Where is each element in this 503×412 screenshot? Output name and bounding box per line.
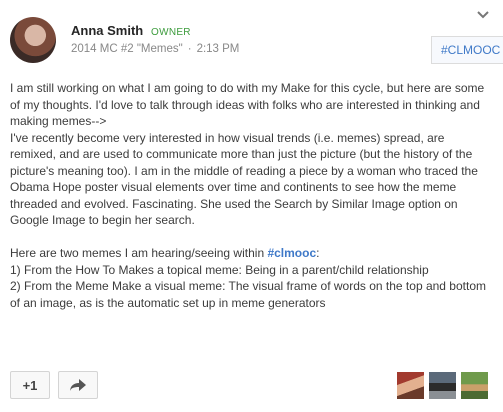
share-arrow-icon xyxy=(70,379,86,391)
post-paragraph: I am still working on what I am going to… xyxy=(10,81,485,128)
paragraph-text: : xyxy=(316,246,320,260)
plusoner-avatar[interactable] xyxy=(461,372,488,399)
hashtag-chip-label: #CLMOOC xyxy=(441,43,501,57)
post-body: I am still working on what I am going to… xyxy=(10,80,492,311)
post-meta: 2014 MC #2 "Memes" · 2:13 PM xyxy=(71,43,239,55)
author-avatar[interactable] xyxy=(10,17,56,63)
plus-one-label: +1 xyxy=(22,377,38,393)
post-paragraph: Here are two memes I am hearing/seeing w… xyxy=(10,245,492,262)
paragraph-text: Here are two memes I am hearing/seeing w… xyxy=(10,246,268,260)
meta-separator: · xyxy=(187,43,192,55)
hashtag-chip[interactable]: #CLMOOC xyxy=(431,36,503,64)
chevron-down-icon xyxy=(477,11,489,19)
list-item: 2) From the Meme Make a visual meme: The… xyxy=(10,279,486,310)
hashtag-link[interactable]: #clmooc xyxy=(267,246,316,260)
post-paragraph: I've recently become very interested in … xyxy=(10,130,478,228)
post-card: Anna Smith OWNER 2014 MC #2 "Memes" · 2:13… xyxy=(0,0,503,412)
author-name[interactable]: Anna Smith xyxy=(71,23,143,38)
plusoner-avatar[interactable] xyxy=(397,372,424,399)
community-link[interactable]: 2014 MC #2 "Memes" xyxy=(71,43,183,55)
post-time[interactable]: 2:13 PM xyxy=(197,43,240,55)
post-menu-button[interactable] xyxy=(473,5,493,25)
plusoner-avatar[interactable] xyxy=(429,372,456,399)
list-item: 1) From the How To Makes a topical meme:… xyxy=(10,262,429,277)
plus-one-button[interactable]: +1 xyxy=(10,371,50,399)
share-button[interactable] xyxy=(58,371,98,399)
owner-badge: OWNER xyxy=(151,27,191,38)
